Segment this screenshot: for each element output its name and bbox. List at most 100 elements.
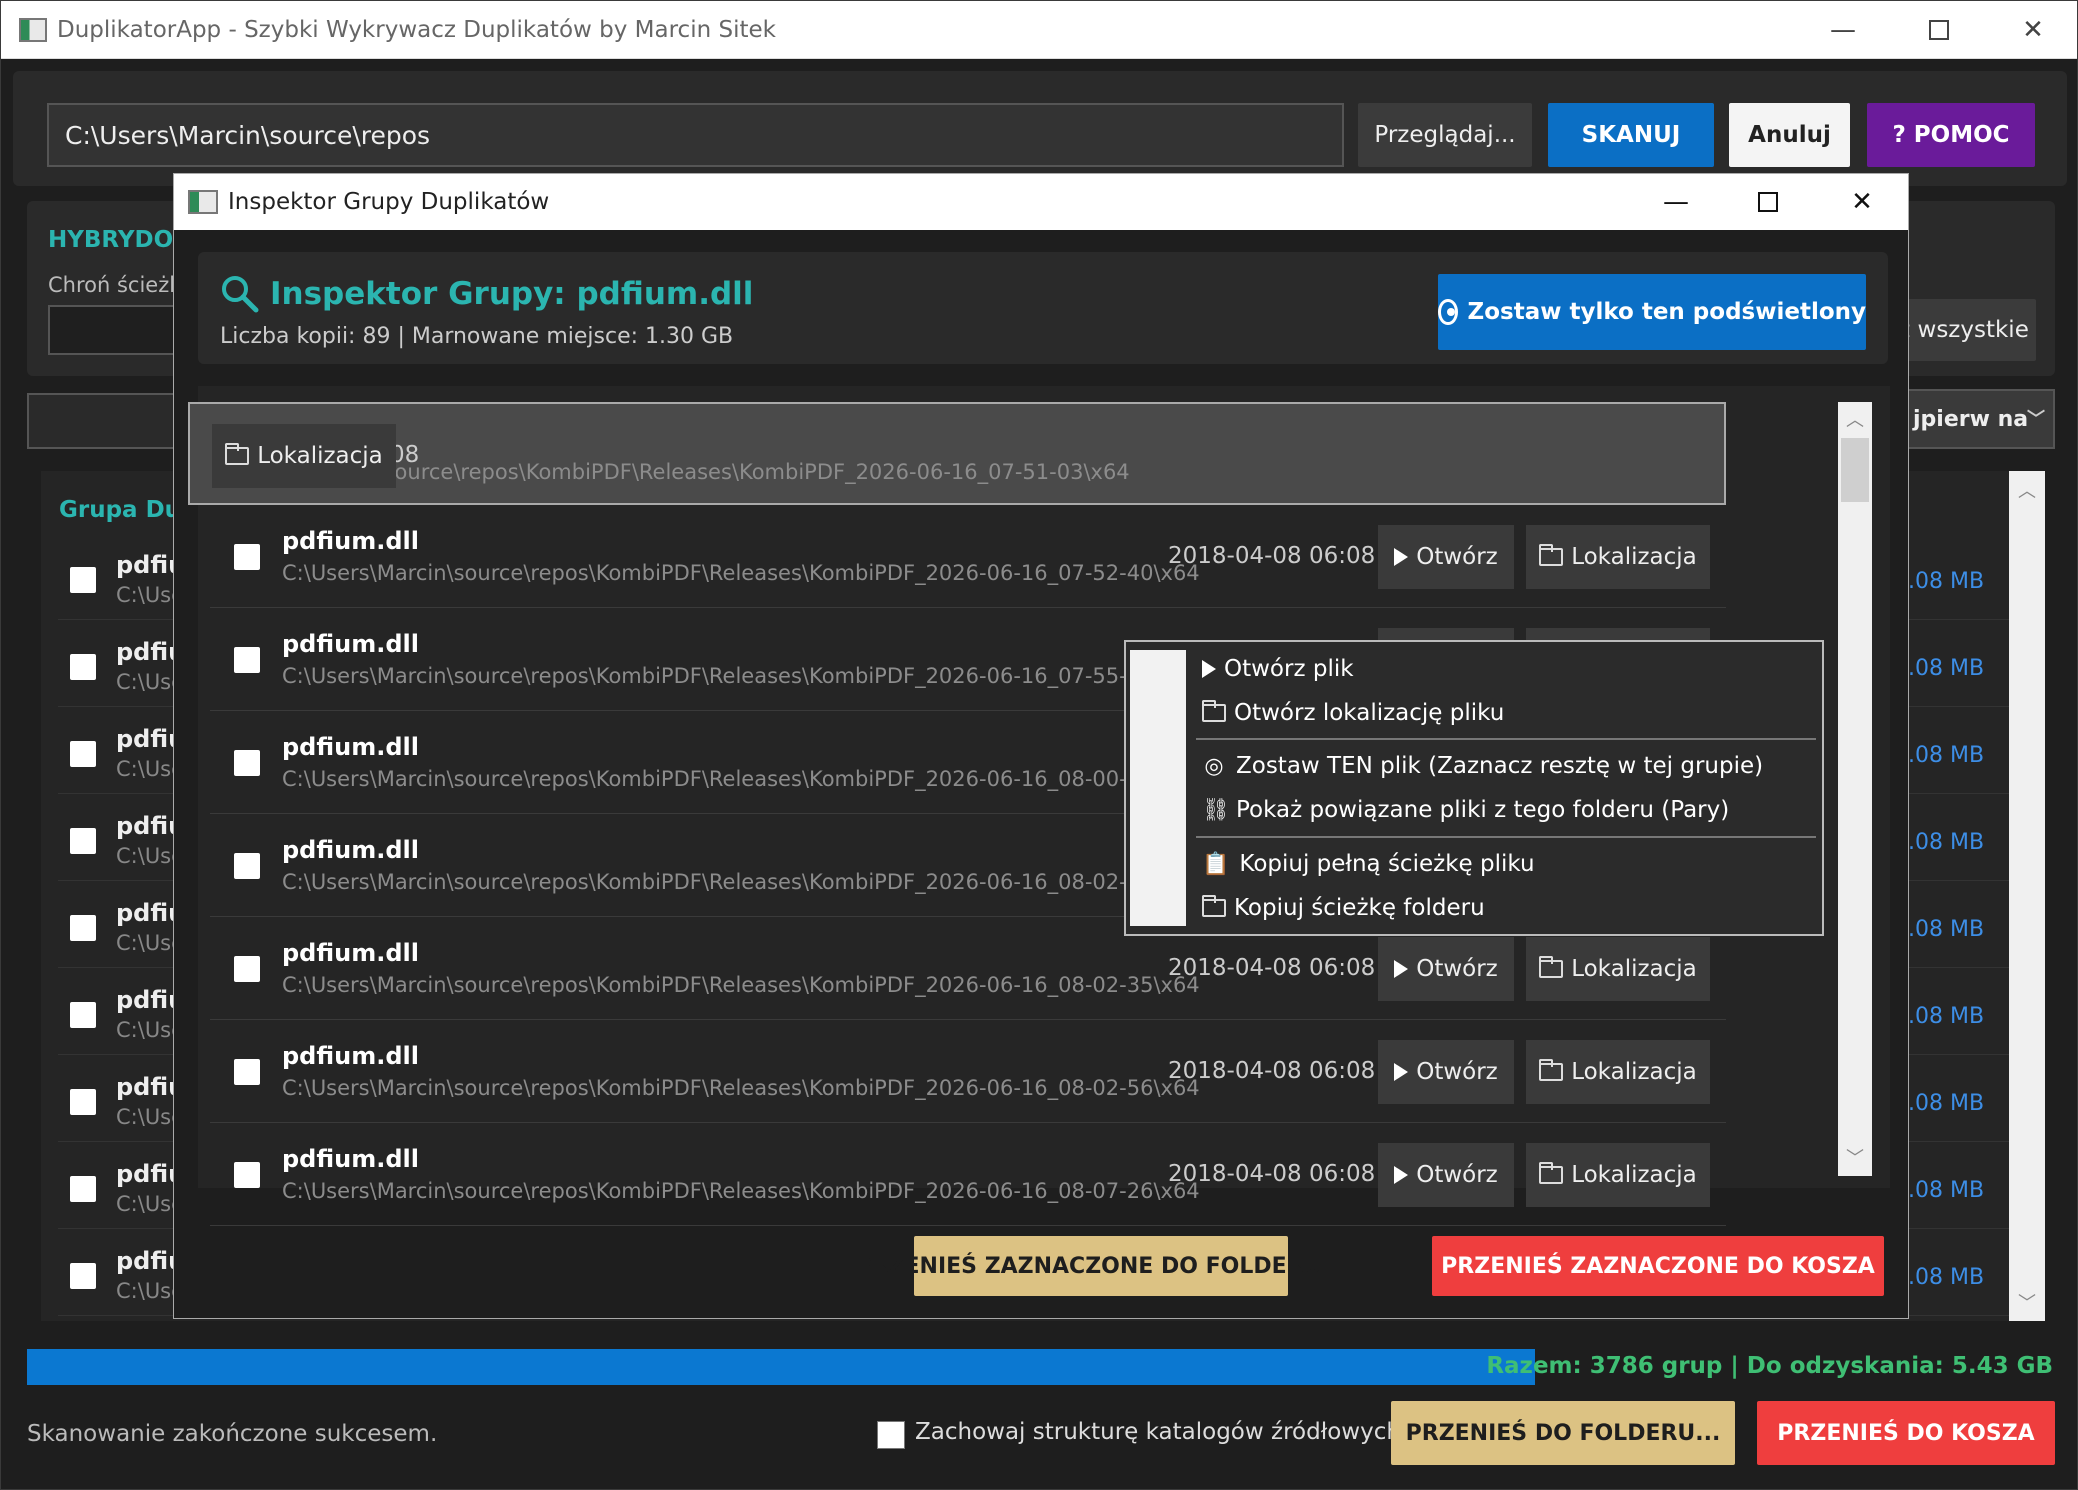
folder-icon: [225, 443, 250, 465]
file-name: pdfium.dll: [282, 733, 419, 761]
close-icon: ✕: [2022, 14, 2044, 45]
group-checkbox[interactable]: [70, 1002, 96, 1028]
menu-item-label: Otwórz plik: [1224, 656, 1354, 682]
question-icon: ?: [1892, 122, 1906, 148]
group-checkbox[interactable]: [70, 741, 96, 767]
scroll-up-icon[interactable]: ︿: [1838, 402, 1872, 436]
file-checkbox[interactable]: [234, 956, 260, 982]
play-icon: [1394, 548, 1409, 566]
cancel-button[interactable]: Anuluj: [1729, 103, 1850, 167]
link-icon: ⛓: [1202, 797, 1230, 823]
maximize-icon: [1929, 19, 1949, 40]
duplicate-file-row[interactable]: pdfium.dllC:\Users\Marcin\source\repos\K…: [210, 1123, 1726, 1226]
file-checkbox[interactable]: [234, 544, 260, 570]
dialog-close-button[interactable]: ✕: [1816, 174, 1908, 230]
group-size: .08 MB: [1908, 1004, 1985, 1029]
file-path: C:\Users\Marcin\source\repos\KombiPDF\Re…: [282, 1179, 1200, 1203]
group-checkbox[interactable]: [70, 654, 96, 680]
play-icon: [1394, 1166, 1409, 1184]
open-label: Otwórz: [1416, 1162, 1498, 1188]
select-all-button[interactable]: z wszystkie: [1891, 299, 2036, 361]
keep-structure-label: Zachowaj strukturę katalogów źródłowych: [915, 1419, 1401, 1445]
minimize-button[interactable]: —: [1797, 1, 1889, 58]
search-icon: [220, 274, 260, 318]
group-checkbox[interactable]: [70, 1176, 96, 1202]
duplicate-file-row[interactable]: pdfium.dllC:\Users\Marcin\source\repos\K…: [210, 505, 1726, 608]
target-icon: [1438, 299, 1458, 325]
maximize-button[interactable]: [1893, 1, 1985, 58]
group-checkbox[interactable]: [70, 1089, 96, 1115]
file-path: C:\Users\Marcin\source\repos\KombiPDF\Re…: [282, 973, 1200, 997]
open-file-button[interactable]: Otwórz: [1378, 1143, 1514, 1207]
dialog-title: Inspektor Grupy Duplikatów: [228, 189, 550, 215]
file-path: C:\Users\Marcin\source\repos\KombiPDF\Re…: [282, 664, 1200, 688]
open-location-button[interactable]: Lokalizacja: [212, 424, 396, 488]
help-label: POMOC: [1913, 122, 2010, 148]
group-checkbox[interactable]: [70, 567, 96, 593]
move-selected-to-folder-button[interactable]: PRZENIEŚ ZAZNACZONE DO FOLDERU...: [856, 1236, 1347, 1296]
menu-item-open-location[interactable]: Otwórz lokalizację pliku: [1202, 696, 1504, 730]
menu-item-label: Kopiuj ścieżkę folderu: [1234, 895, 1485, 921]
main-titlebar: DuplikatorApp - Szybki Wykrywacz Duplika…: [1, 1, 2077, 59]
open-file-button[interactable]: Otwórz: [1378, 525, 1514, 589]
file-checkbox[interactable]: [234, 750, 260, 776]
file-checkbox[interactable]: [234, 853, 260, 879]
sort-combo[interactable]: jpierw na ﹀: [1907, 389, 2055, 449]
menu-item-copy-full-path[interactable]: 📋 Kopiuj pełną ścieżkę pliku: [1202, 846, 1535, 882]
open-location-button[interactable]: Lokalizacja: [1526, 1143, 1710, 1207]
file-path: C:\Users\Marcin\source\repos\KombiPDF\Re…: [282, 561, 1200, 585]
browse-button[interactable]: Przeglądaj...: [1358, 103, 1532, 167]
open-location-button[interactable]: Lokalizacja: [1526, 1040, 1710, 1104]
open-file-button[interactable]: Otwórz: [1378, 937, 1514, 1001]
group-size: .08 MB: [1908, 1265, 1985, 1290]
close-button[interactable]: ✕: [1987, 1, 2077, 58]
menu-item-label: Otwórz lokalizację pliku: [1234, 700, 1505, 726]
file-name: pdfium.dll: [282, 1042, 419, 1070]
move-selected-to-trash-button[interactable]: PRZENIEŚ ZAZNACZONE DO KOSZA: [1432, 1236, 1884, 1296]
scroll-down-icon[interactable]: ﹀: [1838, 1140, 1872, 1174]
location-label: Lokalizacja: [1571, 544, 1697, 570]
dialog-maximize-button[interactable]: [1722, 174, 1814, 230]
menu-item-copy-folder-path[interactable]: Kopiuj ścieżkę folderu: [1202, 890, 1485, 926]
help-button[interactable]: ? POMOC: [1867, 103, 2035, 167]
keep-highlighted-button[interactable]: Zostaw tylko ten podświetlony: [1438, 274, 1866, 350]
file-checkbox[interactable]: [234, 1162, 260, 1188]
open-file-button[interactable]: Otwórz: [1378, 1040, 1514, 1104]
file-name: pdfium.dll: [282, 939, 419, 967]
group-checkbox[interactable]: [70, 828, 96, 854]
path-input[interactable]: [47, 103, 1344, 167]
file-checkbox[interactable]: [234, 1059, 260, 1085]
window-title: DuplikatorApp - Szybki Wykrywacz Duplika…: [57, 16, 776, 43]
dialog-scroll-thumb[interactable]: [1841, 438, 1869, 502]
menu-item-label: Zostaw TEN plik (Zaznacz resztę w tej gr…: [1236, 753, 1764, 779]
scan-button[interactable]: SKANUJ: [1548, 103, 1714, 167]
menu-item-open-file[interactable]: Otwórz plik: [1202, 652, 1354, 686]
group-size: .08 MB: [1908, 1178, 1985, 1203]
inspector-subheading: Liczba kopii: 89 | Marnowane miejsce: 1.…: [220, 324, 734, 349]
menu-item-label: Pokaż powiązane pliki z tego folderu (Pa…: [1236, 797, 1730, 823]
groups-scrollbar[interactable]: ︿ ﹀: [2009, 471, 2045, 1321]
menu-item-show-related[interactable]: ⛓ Pokaż powiązane pliki z tego folderu (…: [1202, 792, 1729, 828]
scroll-down-icon[interactable]: ﹀: [2010, 1285, 2044, 1319]
group-checkbox[interactable]: [70, 915, 96, 941]
summary-text: Razem: 3786 grup | Do odzyskania: 5.43 G…: [1486, 1353, 2053, 1379]
duplicate-file-row[interactable]: pdfium.dllC:\Users\Marcin\source\repos\K…: [188, 402, 1726, 505]
dialog-scrollbar[interactable]: ︿ ﹀: [1838, 402, 1872, 1176]
close-icon: ✕: [1851, 187, 1873, 217]
protect-path-label: Chroń ścieżk: [48, 273, 182, 297]
menu-item-keep-this[interactable]: ◎ Zostaw TEN plik (Zaznacz resztę w tej …: [1202, 748, 1763, 784]
main-window: DuplikatorApp - Szybki Wykrywacz Duplika…: [0, 0, 2078, 1490]
scroll-up-icon[interactable]: ︿: [2010, 473, 2044, 507]
group-checkbox[interactable]: [70, 1263, 96, 1289]
group-size: .08 MB: [1908, 656, 1985, 681]
move-to-trash-button[interactable]: PRZENIEŚ DO KOSZA: [1757, 1401, 2055, 1465]
open-location-button[interactable]: Lokalizacja: [1526, 525, 1710, 589]
file-checkbox[interactable]: [234, 647, 260, 673]
open-location-button[interactable]: Lokalizacja: [1526, 937, 1710, 1001]
target-icon: ◎: [1204, 753, 1224, 779]
keep-structure-checkbox[interactable]: [877, 1421, 905, 1449]
move-to-folder-button[interactable]: PRZENIEŚ DO FOLDERU...: [1391, 1401, 1735, 1465]
dialog-minimize-button[interactable]: —: [1630, 174, 1722, 230]
file-date: 2018-04-08 06:08: [1168, 955, 1376, 981]
duplicate-file-row[interactable]: pdfium.dllC:\Users\Marcin\source\repos\K…: [210, 1020, 1726, 1123]
